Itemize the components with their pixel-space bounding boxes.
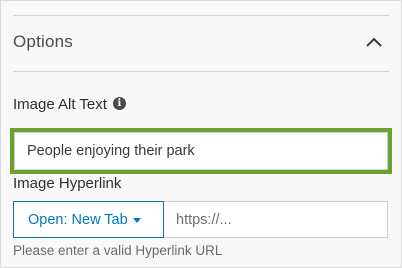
options-title: Options [13, 32, 73, 51]
hyperlink-url-input[interactable] [164, 201, 388, 238]
alt-text-label-row: Image Alt Text i [13, 95, 126, 113]
options-section-header[interactable]: Options [13, 16, 389, 72]
alt-text-input[interactable] [14, 132, 388, 170]
hyperlink-row: Open: New Tab [13, 201, 388, 238]
options-panel: Options Image Alt Text i Image Hyperlink… [0, 0, 402, 268]
caret-down-icon [132, 217, 141, 223]
hyperlink-label: Image Hyperlink [13, 175, 122, 192]
alt-text-label: Image Alt Text [13, 95, 107, 113]
open-target-label: Open: New Tab [28, 211, 128, 228]
hyperlink-helper-text: Please enter a valid Hyperlink URL [13, 243, 223, 258]
info-icon[interactable]: i [112, 96, 126, 110]
header-divider [13, 71, 389, 72]
chevron-up-icon[interactable] [365, 36, 383, 48]
alt-text-focus-ring [10, 128, 392, 174]
open-target-dropdown[interactable]: Open: New Tab [13, 201, 164, 238]
